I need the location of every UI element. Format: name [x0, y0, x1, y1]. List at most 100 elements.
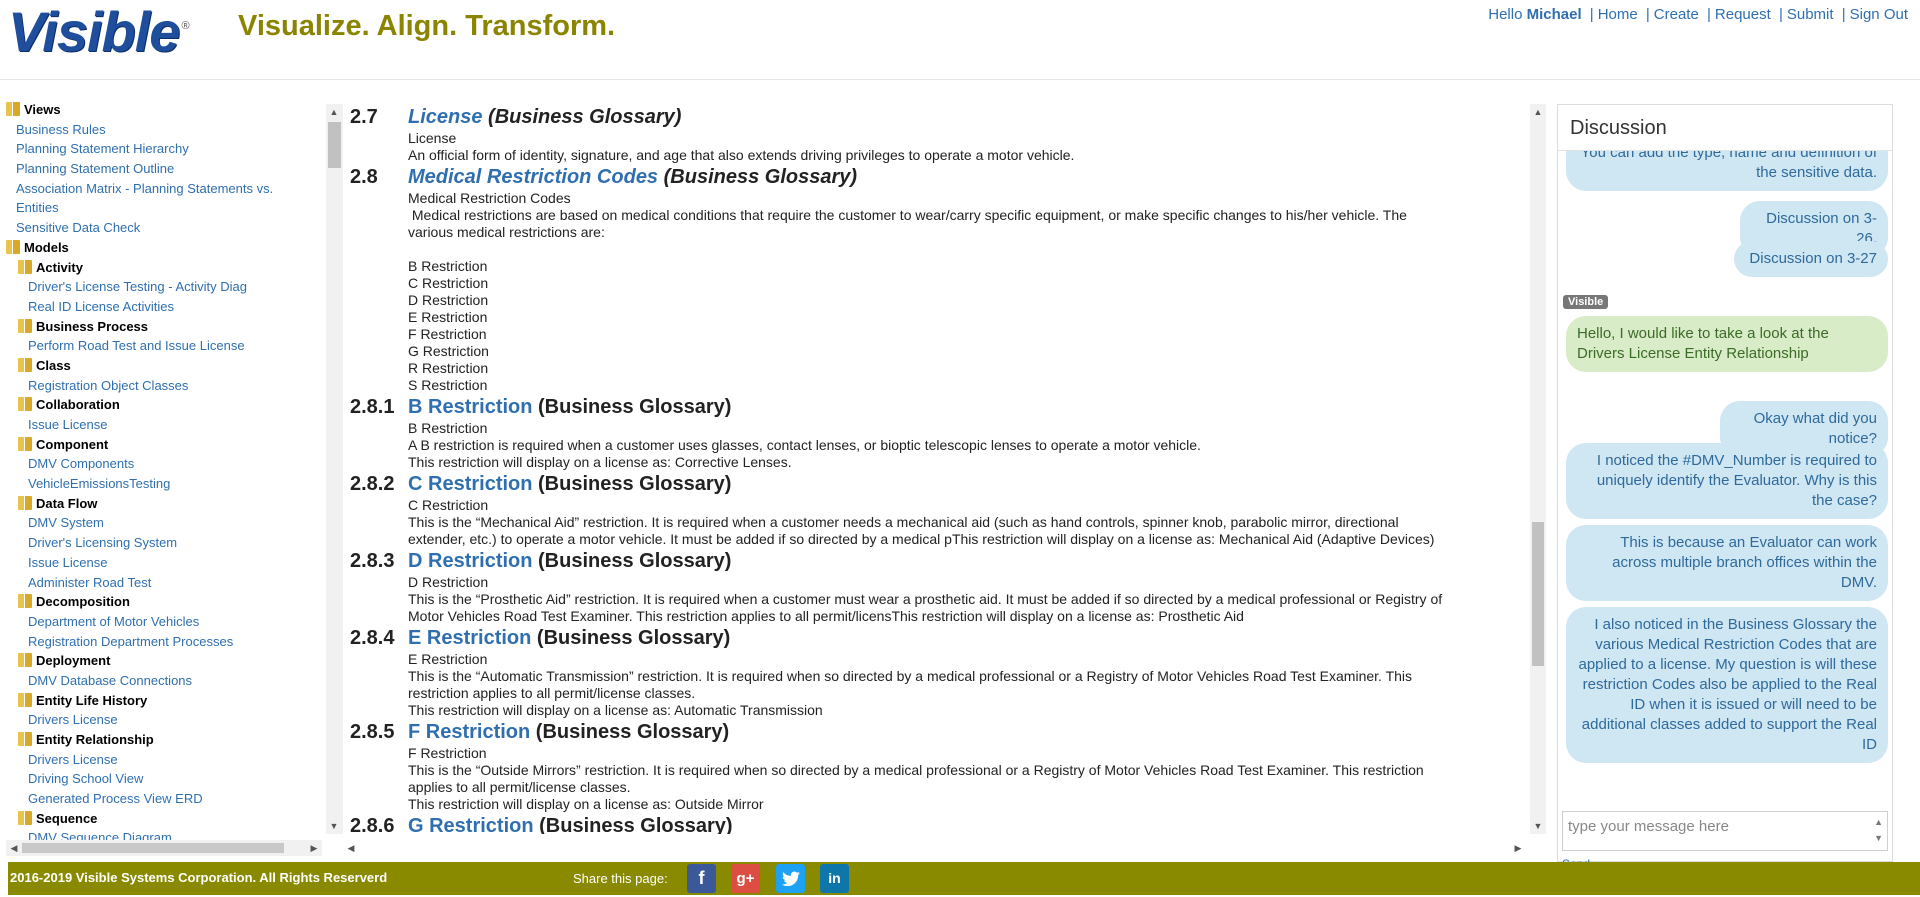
tree-item[interactable]: Administer Road Test	[6, 573, 322, 593]
tree-item-link[interactable]: Entities	[16, 200, 59, 215]
visible-logo[interactable]: Visible ®	[8, 2, 190, 62]
tree-item[interactable]: Department of Motor Vehicles	[6, 612, 322, 632]
tree-folder[interactable]: Views	[6, 100, 322, 120]
tree-item[interactable]: Perform Road Test and Issue License	[6, 336, 322, 356]
nav-sign-out-link[interactable]: Sign Out	[1850, 6, 1908, 23]
nav-home-link[interactable]: Home	[1598, 6, 1638, 23]
scroll-left-icon[interactable]: ◀	[6, 840, 22, 856]
model-tree[interactable]: Views Business Rules Planning Statement Hi…	[6, 100, 322, 840]
tree-folder[interactable]: Entity Life History	[6, 691, 322, 711]
tree-item-link[interactable]: DMV Sequence Diagram	[28, 830, 172, 840]
tree-item[interactable]: Association Matrix - Planning Statements…	[6, 179, 322, 199]
section-title-link[interactable]: D Restriction	[408, 550, 532, 572]
scroll-up-icon[interactable]: ▲	[326, 104, 342, 120]
tree-item[interactable]: Issue License	[6, 415, 322, 435]
tree-folder[interactable]: Entity Relationship	[6, 730, 322, 750]
tree-horizontal-scrollbar[interactable]: ◀ ▶	[6, 840, 322, 856]
content-right-scrollbar[interactable]: ▲ ▼	[1530, 104, 1546, 834]
tree-item-link[interactable]: Planning Statement Outline	[16, 161, 174, 176]
tree-item[interactable]: Entities	[6, 198, 322, 218]
tree-item-link[interactable]: Real ID License Activities	[28, 299, 174, 314]
tree-item[interactable]: DMV Database Connections	[6, 671, 322, 691]
tree-item-link[interactable]: Department of Motor Vehicles	[28, 614, 199, 629]
tree-item[interactable]: Real ID License Activities	[6, 297, 322, 317]
scroll-down-icon[interactable]: ▼	[1530, 818, 1546, 834]
tree-item[interactable]: Driving School View	[6, 769, 322, 789]
twitter-icon[interactable]	[776, 864, 805, 893]
tree-folder[interactable]: Class	[6, 356, 322, 376]
content-left-scroll-thumb[interactable]	[328, 122, 341, 168]
linkedin-icon[interactable]: in	[820, 864, 849, 893]
scroll-up-icon[interactable]: ▲	[1530, 104, 1546, 120]
tree-item-link[interactable]: VehicleEmissionsTesting	[28, 476, 170, 491]
tree-item[interactable]: Issue License	[6, 553, 322, 573]
section-title-link[interactable]: G Restriction	[408, 815, 534, 834]
tree-item-link[interactable]: Drivers License	[28, 752, 118, 767]
scroll-right-icon[interactable]: ▶	[1510, 840, 1526, 856]
tree-item-link[interactable]: Issue License	[28, 417, 108, 432]
tree-item[interactable]: DMV Sequence Diagram	[6, 828, 322, 840]
tree-item-link[interactable]: Planning Statement Hierarchy	[16, 141, 189, 156]
scroll-left-icon[interactable]: ◀	[343, 840, 359, 856]
section-title-link[interactable]: License	[408, 106, 482, 128]
tree-item-link[interactable]: Driving School View	[28, 771, 143, 786]
tree-item-link[interactable]: DMV System	[28, 515, 104, 530]
google-plus-icon[interactable]: g+	[731, 864, 760, 893]
tree-folder[interactable]: Decomposition	[6, 592, 322, 612]
nav-submit-link[interactable]: Submit	[1787, 6, 1834, 23]
tree-item-link[interactable]: Administer Road Test	[28, 575, 151, 590]
tree-folder[interactable]: Sequence	[6, 809, 322, 829]
section-title-link[interactable]: F Restriction	[408, 721, 530, 743]
nav-request-link[interactable]: Request	[1715, 6, 1771, 23]
user-name[interactable]: Michael	[1527, 6, 1582, 23]
tree-item[interactable]: Drivers License	[6, 750, 322, 770]
tree-item-link[interactable]: Driver's License Testing - Activity Diag	[28, 279, 247, 294]
tree-item[interactable]: Drivers License	[6, 710, 322, 730]
tree-item[interactable]: Sensitive Data Check	[6, 218, 322, 238]
tree-item-link[interactable]: Association Matrix - Planning Statements…	[16, 181, 273, 196]
content-left-scrollbar[interactable]: ▲ ▼	[326, 104, 343, 834]
tree-item-link[interactable]: Driver's Licensing System	[28, 535, 177, 550]
tree-folder[interactable]: Business Process	[6, 317, 322, 337]
tree-item[interactable]: VehicleEmissionsTesting	[6, 474, 322, 494]
nav-create-link[interactable]: Create	[1654, 6, 1699, 23]
input-spinner[interactable]: ▲ ▼	[1874, 814, 1883, 846]
tree-item-link[interactable]: Drivers License	[28, 712, 118, 727]
tree-item[interactable]: Planning Statement Hierarchy	[6, 139, 322, 159]
tree-folder[interactable]: Data Flow	[6, 494, 322, 514]
tree-folder[interactable]: Deployment	[6, 651, 322, 671]
tree-item-link[interactable]: Business Rules	[16, 122, 106, 137]
tree-item-link[interactable]: Sensitive Data Check	[16, 220, 140, 235]
tree-scroll-thumb[interactable]	[22, 843, 284, 853]
tree-item-link[interactable]: DMV Components	[28, 456, 134, 471]
tree-item[interactable]: DMV Components	[6, 454, 322, 474]
tree-item-link[interactable]: Registration Object Classes	[28, 378, 188, 393]
scroll-right-icon[interactable]: ▶	[306, 840, 322, 856]
content-right-scroll-thumb[interactable]	[1532, 522, 1544, 666]
section-title-link[interactable]: E Restriction	[408, 627, 531, 649]
section-title-link[interactable]: B Restriction	[408, 396, 532, 418]
facebook-icon[interactable]: f	[687, 864, 716, 893]
section-title-link[interactable]: Medical Restriction Codes	[408, 166, 658, 188]
tree-folder[interactable]: Collaboration	[6, 395, 322, 415]
tree-item-link[interactable]: Issue License	[28, 555, 108, 570]
tree-item-link[interactable]: Registration Department Processes	[28, 634, 233, 649]
tree-item[interactable]: Generated Process View ERD	[6, 789, 322, 809]
tree-folder[interactable]: Models	[6, 238, 322, 258]
tree-item[interactable]: Planning Statement Outline	[6, 159, 322, 179]
tree-item[interactable]: Registration Object Classes	[6, 376, 322, 396]
tree-item-link[interactable]: Perform Road Test and Issue License	[28, 338, 245, 353]
tree-item-link[interactable]: Generated Process View ERD	[28, 791, 203, 806]
tree-folder[interactable]: Activity	[6, 258, 322, 278]
tree-item[interactable]: Driver's Licensing System	[6, 533, 322, 553]
tree-item[interactable]: DMV System	[6, 513, 322, 533]
tree-item-link[interactable]: DMV Database Connections	[28, 673, 192, 688]
tree-item[interactable]: Driver's License Testing - Activity Diag	[6, 277, 322, 297]
section-title-link[interactable]: C Restriction	[408, 473, 532, 495]
scroll-down-icon[interactable]: ▼	[326, 818, 342, 834]
message-input[interactable]: type your message here ▲ ▼	[1562, 811, 1888, 851]
tree-item[interactable]: Registration Department Processes	[6, 632, 322, 652]
tree-folder[interactable]: Component	[6, 435, 322, 455]
tree-item[interactable]: Business Rules	[6, 120, 322, 140]
discussion-messages[interactable]: You can add the type, name and definitio…	[1562, 151, 1888, 789]
